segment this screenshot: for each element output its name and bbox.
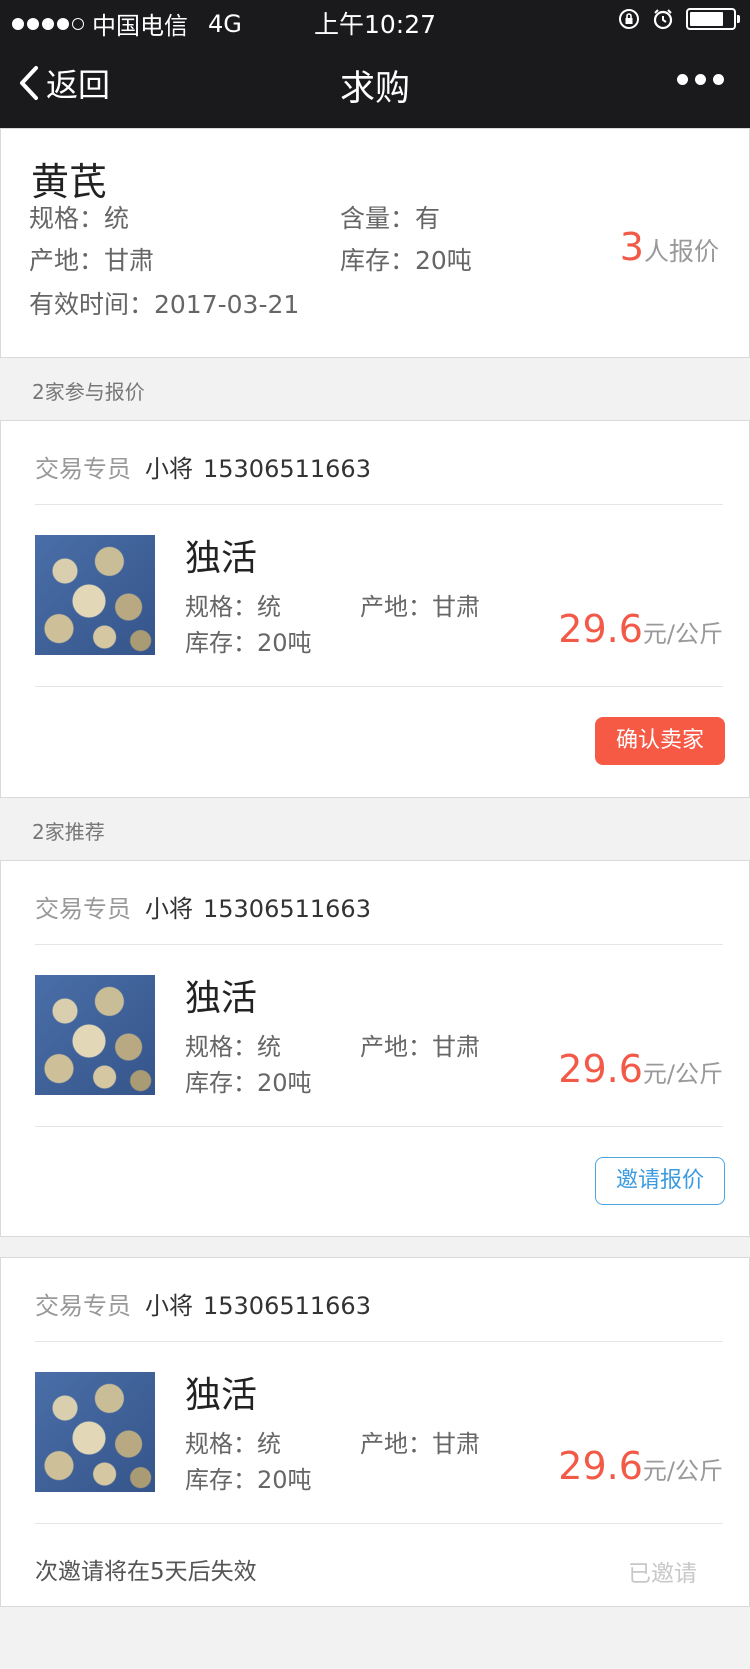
product-origin: 产地：甘肃 xyxy=(360,1430,480,1458)
section-quoted-label: 2家参与报价 xyxy=(32,380,145,404)
product-thumbnail[interactable] xyxy=(35,535,155,655)
product-thumbnail[interactable] xyxy=(35,975,155,1095)
product-name: 独活 xyxy=(185,1375,258,1416)
product-origin: 产地：甘肃 xyxy=(360,593,480,621)
product-stock: 库存：20吨 xyxy=(185,629,312,657)
divider xyxy=(35,686,723,687)
price-unit: 元/公斤 xyxy=(642,620,723,648)
status-bar: 中国电信 4G 上午10:27 xyxy=(0,0,750,40)
product-price: 29.6元/公斤 xyxy=(558,1047,723,1091)
agent-phone[interactable]: 15306511663 xyxy=(203,1292,371,1320)
product-name: 独活 xyxy=(185,538,258,579)
divider xyxy=(35,944,723,945)
agent-info: 交易专员 小将 15306511663 xyxy=(35,889,371,924)
summary-content: 含量：有 xyxy=(340,204,441,233)
agent-phone[interactable]: 15306511663 xyxy=(203,455,371,483)
invite-expiry-note: 次邀请将在5天后失效 xyxy=(35,1559,257,1585)
agent-info: 交易专员 小将 15306511663 xyxy=(35,449,371,484)
quote-count-number: 3 xyxy=(619,225,644,269)
invite-quote-button[interactable]: 邀请报价 xyxy=(595,1157,725,1205)
section-recommended-label: 2家推荐 xyxy=(32,820,105,844)
price-unit: 元/公斤 xyxy=(642,1060,723,1088)
product-price: 29.6元/公斤 xyxy=(558,607,723,651)
summary-valid-time: 有效时间：2017-03-21 xyxy=(29,290,300,319)
page-title: 求购 xyxy=(339,69,410,109)
product-spec: 规格：统 xyxy=(185,1430,281,1458)
agent-info: 交易专员 小将 15306511663 xyxy=(35,1286,371,1321)
agent-name: 小将 xyxy=(145,455,193,483)
battery-icon xyxy=(686,8,740,30)
confirm-seller-button[interactable]: 确认卖家 xyxy=(595,717,725,765)
divider xyxy=(35,1126,723,1127)
divider xyxy=(35,1523,723,1524)
agent-label: 交易专员 xyxy=(35,895,131,923)
price-amount: 29.6 xyxy=(558,1444,643,1488)
status-right xyxy=(618,8,740,30)
divider xyxy=(35,504,723,505)
product-name: 独活 xyxy=(185,978,258,1019)
orientation-lock-icon xyxy=(619,9,639,29)
agent-label: 交易专员 xyxy=(35,455,131,483)
agent-name: 小将 xyxy=(145,895,193,923)
product-price: 29.6元/公斤 xyxy=(558,1444,723,1488)
product-title: 黄芪 xyxy=(31,160,108,204)
purchase-summary-card: 黄芪 规格：统 含量：有 产地：甘肃 库存：20吨 有效时间：2017-03-2… xyxy=(0,128,750,358)
offer-card: 交易专员 小将 15306511663 独活 规格：统 产地：甘肃 库存：20吨 2… xyxy=(0,420,750,798)
alarm-icon xyxy=(653,9,673,30)
price-amount: 29.6 xyxy=(558,607,643,651)
nav-bar: 返回 求购 xyxy=(0,40,750,128)
summary-spec: 规格：统 xyxy=(29,204,130,233)
more-icon[interactable] xyxy=(677,74,724,85)
product-stock: 库存：20吨 xyxy=(185,1069,312,1097)
agent-phone[interactable]: 15306511663 xyxy=(203,895,371,923)
summary-origin: 产地：甘肃 xyxy=(29,246,155,275)
product-stock: 库存：20吨 xyxy=(185,1466,312,1494)
invited-status: 已邀请 xyxy=(628,1561,697,1587)
price-amount: 29.6 xyxy=(558,1047,643,1091)
price-unit: 元/公斤 xyxy=(642,1457,723,1485)
product-spec: 规格：统 xyxy=(185,1033,281,1061)
agent-label: 交易专员 xyxy=(35,1292,131,1320)
product-origin: 产地：甘肃 xyxy=(360,1033,480,1061)
product-thumbnail[interactable] xyxy=(35,1372,155,1492)
agent-name: 小将 xyxy=(145,1292,193,1320)
product-spec: 规格：统 xyxy=(185,593,281,621)
offer-card: 交易专员 小将 15306511663 独活 规格：统 产地：甘肃 库存：20吨 2… xyxy=(0,1257,750,1607)
quote-count: 3人报价 xyxy=(620,225,719,269)
quote-count-suffix: 人报价 xyxy=(643,237,719,266)
summary-stock: 库存：20吨 xyxy=(340,246,472,275)
divider xyxy=(35,1341,723,1342)
offer-card: 交易专员 小将 15306511663 独活 规格：统 产地：甘肃 库存：20吨 2… xyxy=(0,860,750,1237)
